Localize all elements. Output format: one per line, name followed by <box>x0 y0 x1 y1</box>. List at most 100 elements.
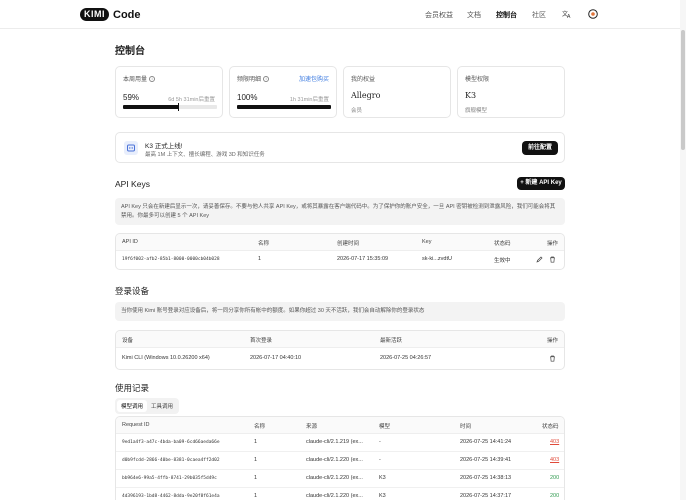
rate-limit-card: 频限明细 i 加速包购买 100% 1h 31min后重置 <box>229 66 337 118</box>
col-first-login: 首次登录 <box>250 338 273 344</box>
info-icon[interactable]: i <box>149 75 156 82</box>
name-cell: 1 <box>254 475 258 481</box>
time-cell: 2026-07-25 14:37:17 <box>460 493 512 499</box>
plan-value: Allegro <box>351 91 381 100</box>
table-row: 19f6f002-afb2-85b1-8000-0000cb04b028 1 2… <box>116 251 564 269</box>
api-keys-note: API Key 只会在新建后显示一次，请妥善保存。不要与他人共享 API Key… <box>115 198 565 225</box>
col-actions: 操作 <box>547 338 559 344</box>
usage-records-title: 使用记录 <box>115 383 150 393</box>
devices-title: 登录设备 <box>115 286 150 296</box>
page-title: 控制台 <box>115 46 145 57</box>
boost-purchase-link[interactable]: 加速包购买 <box>299 74 329 83</box>
table-row: Kimi CLI (Windows 10.0.26200 x64) 2026-0… <box>116 348 564 369</box>
request-id-cell: d0b9fcdd-2866-40be-8381-0caea4ff2d02 <box>122 458 220 463</box>
table-header: Request ID 名称 来源 模型 时间 状态码 <box>116 417 564 434</box>
col-api-id: API ID <box>122 239 138 245</box>
logo-badge: KIMI <box>80 8 109 21</box>
model-card: 模型权限 K3 旗舰模型 <box>457 66 565 118</box>
request-id-cell: 4d396193-1bd8-4462-8dda-9e20f8f61e4a <box>122 494 220 499</box>
table-row: 9ed1a4f3-a47c-4bda-ba09-6cd66aeda66e 1 c… <box>116 434 564 452</box>
api-created-cell: 2026-07-17 15:35:09 <box>337 256 389 262</box>
tab-tool-calls[interactable]: 工具调用 <box>147 400 177 412</box>
devices-table: 设备 首次登录 最新活跃 操作 Kimi CLI (Windows 10.0.2… <box>115 330 565 370</box>
table-header: API ID 名称 创建时间 Key 状态码 操作 <box>116 234 564 251</box>
status-code-link[interactable]: 403 <box>550 457 559 463</box>
rate-value: 100% <box>237 93 258 102</box>
logo-text: Code <box>113 8 141 21</box>
scrollbar-thumb[interactable] <box>681 30 685 150</box>
api-keys-title: API Keys <box>115 179 150 189</box>
usage-reset: 6d 5h 31min后重置 <box>168 97 215 103</box>
rate-progress-fill <box>237 105 331 109</box>
status-code-link[interactable]: 403 <box>550 439 559 445</box>
time-cell: 2026-07-25 14:38:13 <box>460 475 512 481</box>
source-cell: claude-cli/2.1.220 (ex... <box>306 457 363 463</box>
table-row: 4d396193-1bd8-4462-8dda-9e20f8f61e4a 1 c… <box>116 488 564 500</box>
col-name: 名称 <box>254 424 266 430</box>
api-status-cell: 生效中 <box>494 258 511 264</box>
edit-icon[interactable] <box>536 256 543 263</box>
source-cell: claude-cli/2.1.219 (ex... <box>306 439 363 445</box>
col-key: Key <box>422 239 432 245</box>
translate-icon[interactable]: 文 A <box>562 9 572 19</box>
banner-subtitle: 最高 1M 上下文、擅长编程、游戏 3D 和知识任务 <box>145 152 265 158</box>
device-cell: Kimi CLI (Windows 10.0.26200 x64) <box>122 355 210 361</box>
nav-console[interactable]: 控制台 <box>496 10 517 20</box>
col-device: 设备 <box>122 338 134 344</box>
name-cell: 1 <box>254 457 258 463</box>
request-id-cell: bb964e6-99a5-4ffb-8741-29b035f5d49c <box>122 476 217 481</box>
user-avatar-icon[interactable] <box>588 9 598 19</box>
name-cell: 1 <box>254 439 258 445</box>
request-id-cell: 9ed1a4f3-a47c-4bda-ba09-6cd66aeda66e <box>122 440 220 445</box>
logo[interactable]: KIMI Code <box>80 8 141 21</box>
usage-label: 本周用量 <box>123 77 148 83</box>
new-api-key-button[interactable]: + 新建 API Key <box>517 177 565 190</box>
nav-docs[interactable]: 文档 <box>467 10 481 20</box>
delete-icon[interactable] <box>549 256 556 263</box>
devices-note: 当你使用 Kimi 账号登录对应设备后，将一同分享你所有帐中的额度。如果你超过 … <box>115 302 565 321</box>
info-icon[interactable]: i <box>263 75 270 82</box>
plan-sub: 会员 <box>351 108 363 114</box>
model-cell: - <box>379 439 381 445</box>
plan-label: 我的权益 <box>351 77 376 83</box>
plan-card: 我的权益 Allegro 会员 <box>343 66 451 118</box>
col-time: 时间 <box>460 424 472 430</box>
table-row: d0b9fcdd-2866-40be-8381-0caea4ff2d02 1 c… <box>116 452 564 470</box>
col-name: 名称 <box>258 241 270 247</box>
announcement-icon <box>124 141 138 155</box>
card-label: 频限明细 i <box>237 74 270 83</box>
model-sub: 旗舰模型 <box>465 108 488 114</box>
page-scrollbar[interactable] <box>680 0 686 500</box>
go-configure-button[interactable]: 前往配置 <box>522 141 558 155</box>
announcement-banner: K3 正式上线! 最高 1M 上下文、擅长编程、游戏 3D 和知识任务 前往配置 <box>115 132 565 163</box>
api-name-cell: 1 <box>258 256 262 262</box>
nav-community[interactable]: 社区 <box>532 10 546 20</box>
col-last-active: 最新活跃 <box>380 338 403 344</box>
col-status: 状态码 <box>542 424 559 430</box>
model-label: 模型权限 <box>465 77 490 83</box>
delete-icon[interactable] <box>549 355 556 362</box>
model-cell: K3 <box>379 475 386 481</box>
api-id-cell: 19f6f002-afb2-85b1-8000-0000cb04b028 <box>122 257 220 262</box>
card-label: 本周用量 i <box>123 74 156 83</box>
col-request-id: Request ID <box>122 422 150 428</box>
usage-value: 59% <box>123 93 140 102</box>
col-created: 创建时间 <box>337 241 360 247</box>
tab-model-calls[interactable]: 模型调用 <box>117 400 148 412</box>
status-code: 200 <box>550 475 560 481</box>
usage-progress-marker <box>178 103 179 111</box>
source-cell: claude-cli/2.1.220 (ex... <box>306 493 363 499</box>
time-cell: 2026-07-25 14:39:41 <box>460 457 512 463</box>
table-row: bb964e6-99a5-4ffb-8741-29b035f5d49c 1 cl… <box>116 470 564 488</box>
table-header: 设备 首次登录 最新活跃 操作 <box>116 331 564 348</box>
status-code: 200 <box>550 493 560 499</box>
nav-membership[interactable]: 会员权益 <box>425 10 453 20</box>
col-source: 来源 <box>306 424 318 430</box>
model-value: K3 <box>465 91 477 100</box>
first-login-cell: 2026-07-17 04:40:10 <box>250 355 302 361</box>
col-actions: 操作 <box>547 241 559 247</box>
banner-title: K3 正式上线! <box>145 143 183 150</box>
time-cell: 2026-07-25 14:41:24 <box>460 439 512 445</box>
model-cell: K3 <box>379 493 386 499</box>
usage-table: Request ID 名称 来源 模型 时间 状态码 9ed1a4f3-a47c… <box>115 416 565 500</box>
